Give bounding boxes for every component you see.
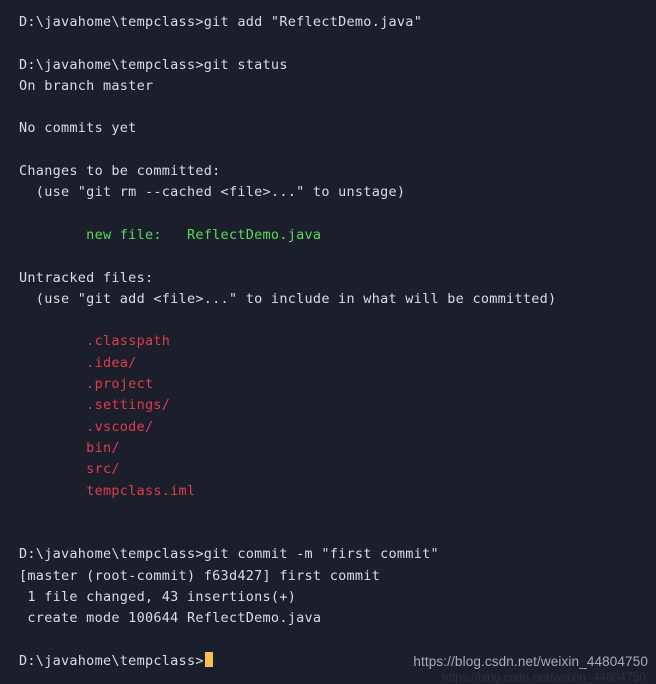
terminal-line: .settings/ [19, 397, 171, 414]
text-cursor [204, 651, 214, 667]
terminal-line: 1 file changed, 43 insertions(+) [19, 589, 297, 606]
terminal-line: tempclass.iml [19, 482, 196, 499]
terminal-line: D:\javahome\tempclass>git commit -m "fir… [19, 546, 439, 563]
terminal-line: Changes to be committed: [19, 163, 221, 180]
terminal-line: D:\javahome\tempclass>git add "ReflectDe… [19, 14, 423, 30]
terminal-line: No commits yet [19, 120, 137, 137]
terminal-line: .project [19, 376, 154, 393]
terminal-line: new file: ReflectDemo.java [19, 226, 322, 243]
terminal-line: Untracked files: [19, 269, 154, 286]
terminal-line: .idea/ [19, 354, 137, 371]
terminal-line: src/ [19, 461, 120, 478]
terminal-line: (use "git add <file>..." to include in w… [19, 290, 557, 307]
watermark-url-secondary: https://blog.csdn.net/weixin_44804750 [441, 669, 646, 684]
terminal-line: .vscode/ [19, 418, 154, 435]
terminal-line: On branch master [19, 77, 154, 94]
terminal-window[interactable]: D:\javahome\tempclass>git add "ReflectDe… [0, 0, 656, 684]
terminal-line: [master (root-commit) f63d427] first com… [19, 567, 381, 584]
terminal-line: create mode 100644 ReflectDemo.java [19, 610, 322, 627]
terminal-line: (use "git rm --cached <file>..." to unst… [19, 184, 406, 201]
terminal-line: bin/ [19, 439, 120, 456]
terminal-output: D:\javahome\tempclass>git add "ReflectDe… [19, 12, 656, 651]
terminal-line: .classpath [19, 333, 171, 350]
terminal-line: D:\javahome\tempclass>git status [19, 56, 288, 73]
prompt-text: D:\javahome\tempclass> [19, 652, 204, 669]
